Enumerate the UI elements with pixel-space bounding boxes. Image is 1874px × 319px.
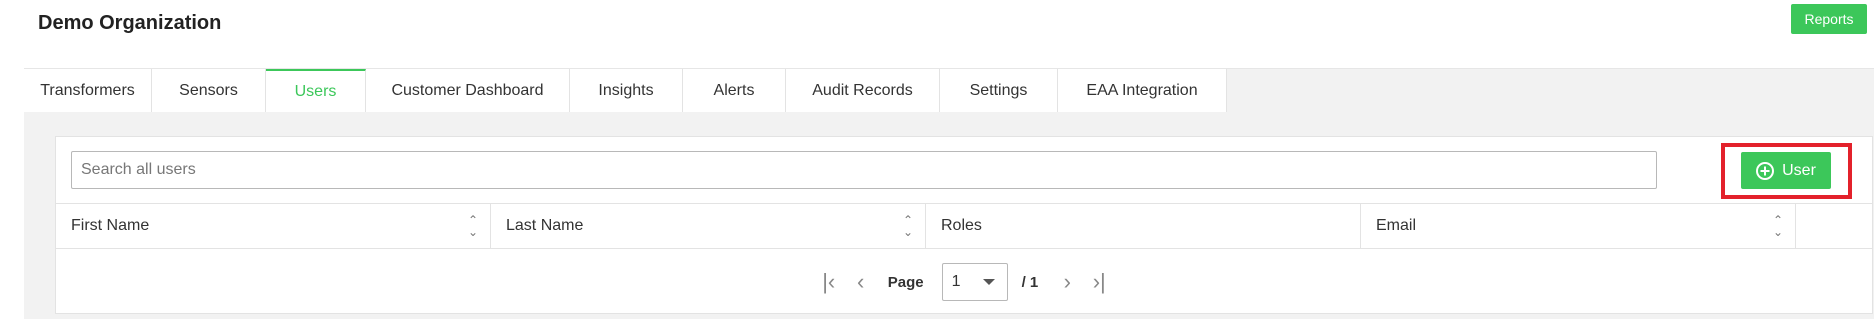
tab-sensors[interactable]: Sensors: [152, 69, 266, 112]
tab-customer-dashboard[interactable]: Customer Dashboard: [366, 69, 570, 112]
search-input[interactable]: [71, 151, 1657, 189]
sort-icon[interactable]: ⌃ ⌄: [1773, 214, 1783, 238]
tab-users[interactable]: Users: [266, 69, 366, 112]
column-label: First Name: [71, 217, 150, 234]
add-user-button[interactable]: User: [1741, 152, 1831, 189]
tab-eaa-integration[interactable]: EAA Integration: [1058, 69, 1226, 112]
sort-icon[interactable]: ⌃ ⌄: [468, 214, 478, 238]
reports-button[interactable]: Reports: [1791, 4, 1867, 34]
org-title: Demo Organization: [38, 12, 222, 34]
column-label: Roles: [941, 217, 982, 234]
total-pages: / 1: [1021, 273, 1039, 291]
column-actions: [1796, 204, 1872, 248]
sort-icon[interactable]: ⌃ ⌄: [903, 214, 913, 238]
column-label: Last Name: [506, 217, 584, 234]
tab-alerts[interactable]: Alerts: [683, 69, 786, 112]
column-email[interactable]: Email ⌃ ⌄: [1361, 204, 1796, 248]
chevron-down-icon: [982, 279, 995, 285]
last-page-icon[interactable]: ›|: [1088, 269, 1110, 295]
column-roles: Roles: [926, 204, 1361, 248]
tab-transformers[interactable]: Transformers: [24, 69, 152, 112]
tabs-area: Transformers Sensors Users Customer Dash…: [24, 68, 1874, 319]
tab-audit-records[interactable]: Audit Records: [786, 69, 940, 112]
next-page-icon[interactable]: ›: [1056, 269, 1078, 295]
first-page-icon[interactable]: |‹: [818, 269, 840, 295]
current-page: 1: [951, 273, 961, 290]
tab-settings[interactable]: Settings: [940, 69, 1058, 112]
column-label: Email: [1376, 217, 1417, 234]
add-user-label: User: [1782, 161, 1816, 179]
table-header: First Name ⌃ ⌄ Last Name ⌃ ⌄ Roles Email ⌃…: [56, 203, 1872, 249]
tab-insights[interactable]: Insights: [570, 69, 683, 112]
column-first-name[interactable]: First Name ⌃ ⌄: [56, 204, 491, 248]
tab-bar: Transformers Sensors Users Customer Dash…: [24, 69, 1227, 112]
column-last-name[interactable]: Last Name ⌃ ⌄: [491, 204, 926, 248]
plus-circle-icon: [1756, 161, 1775, 180]
page-label: Page: [887, 273, 924, 291]
prev-page-icon[interactable]: ‹: [850, 269, 872, 295]
pagination: |‹ ‹ Page 1 / 1 › ›|: [56, 261, 1872, 303]
users-panel: User First Name ⌃⌄ Last Name ⌃⌄ Roles Em…: [55, 136, 1873, 314]
page-select[interactable]: 1: [941, 263, 1008, 301]
